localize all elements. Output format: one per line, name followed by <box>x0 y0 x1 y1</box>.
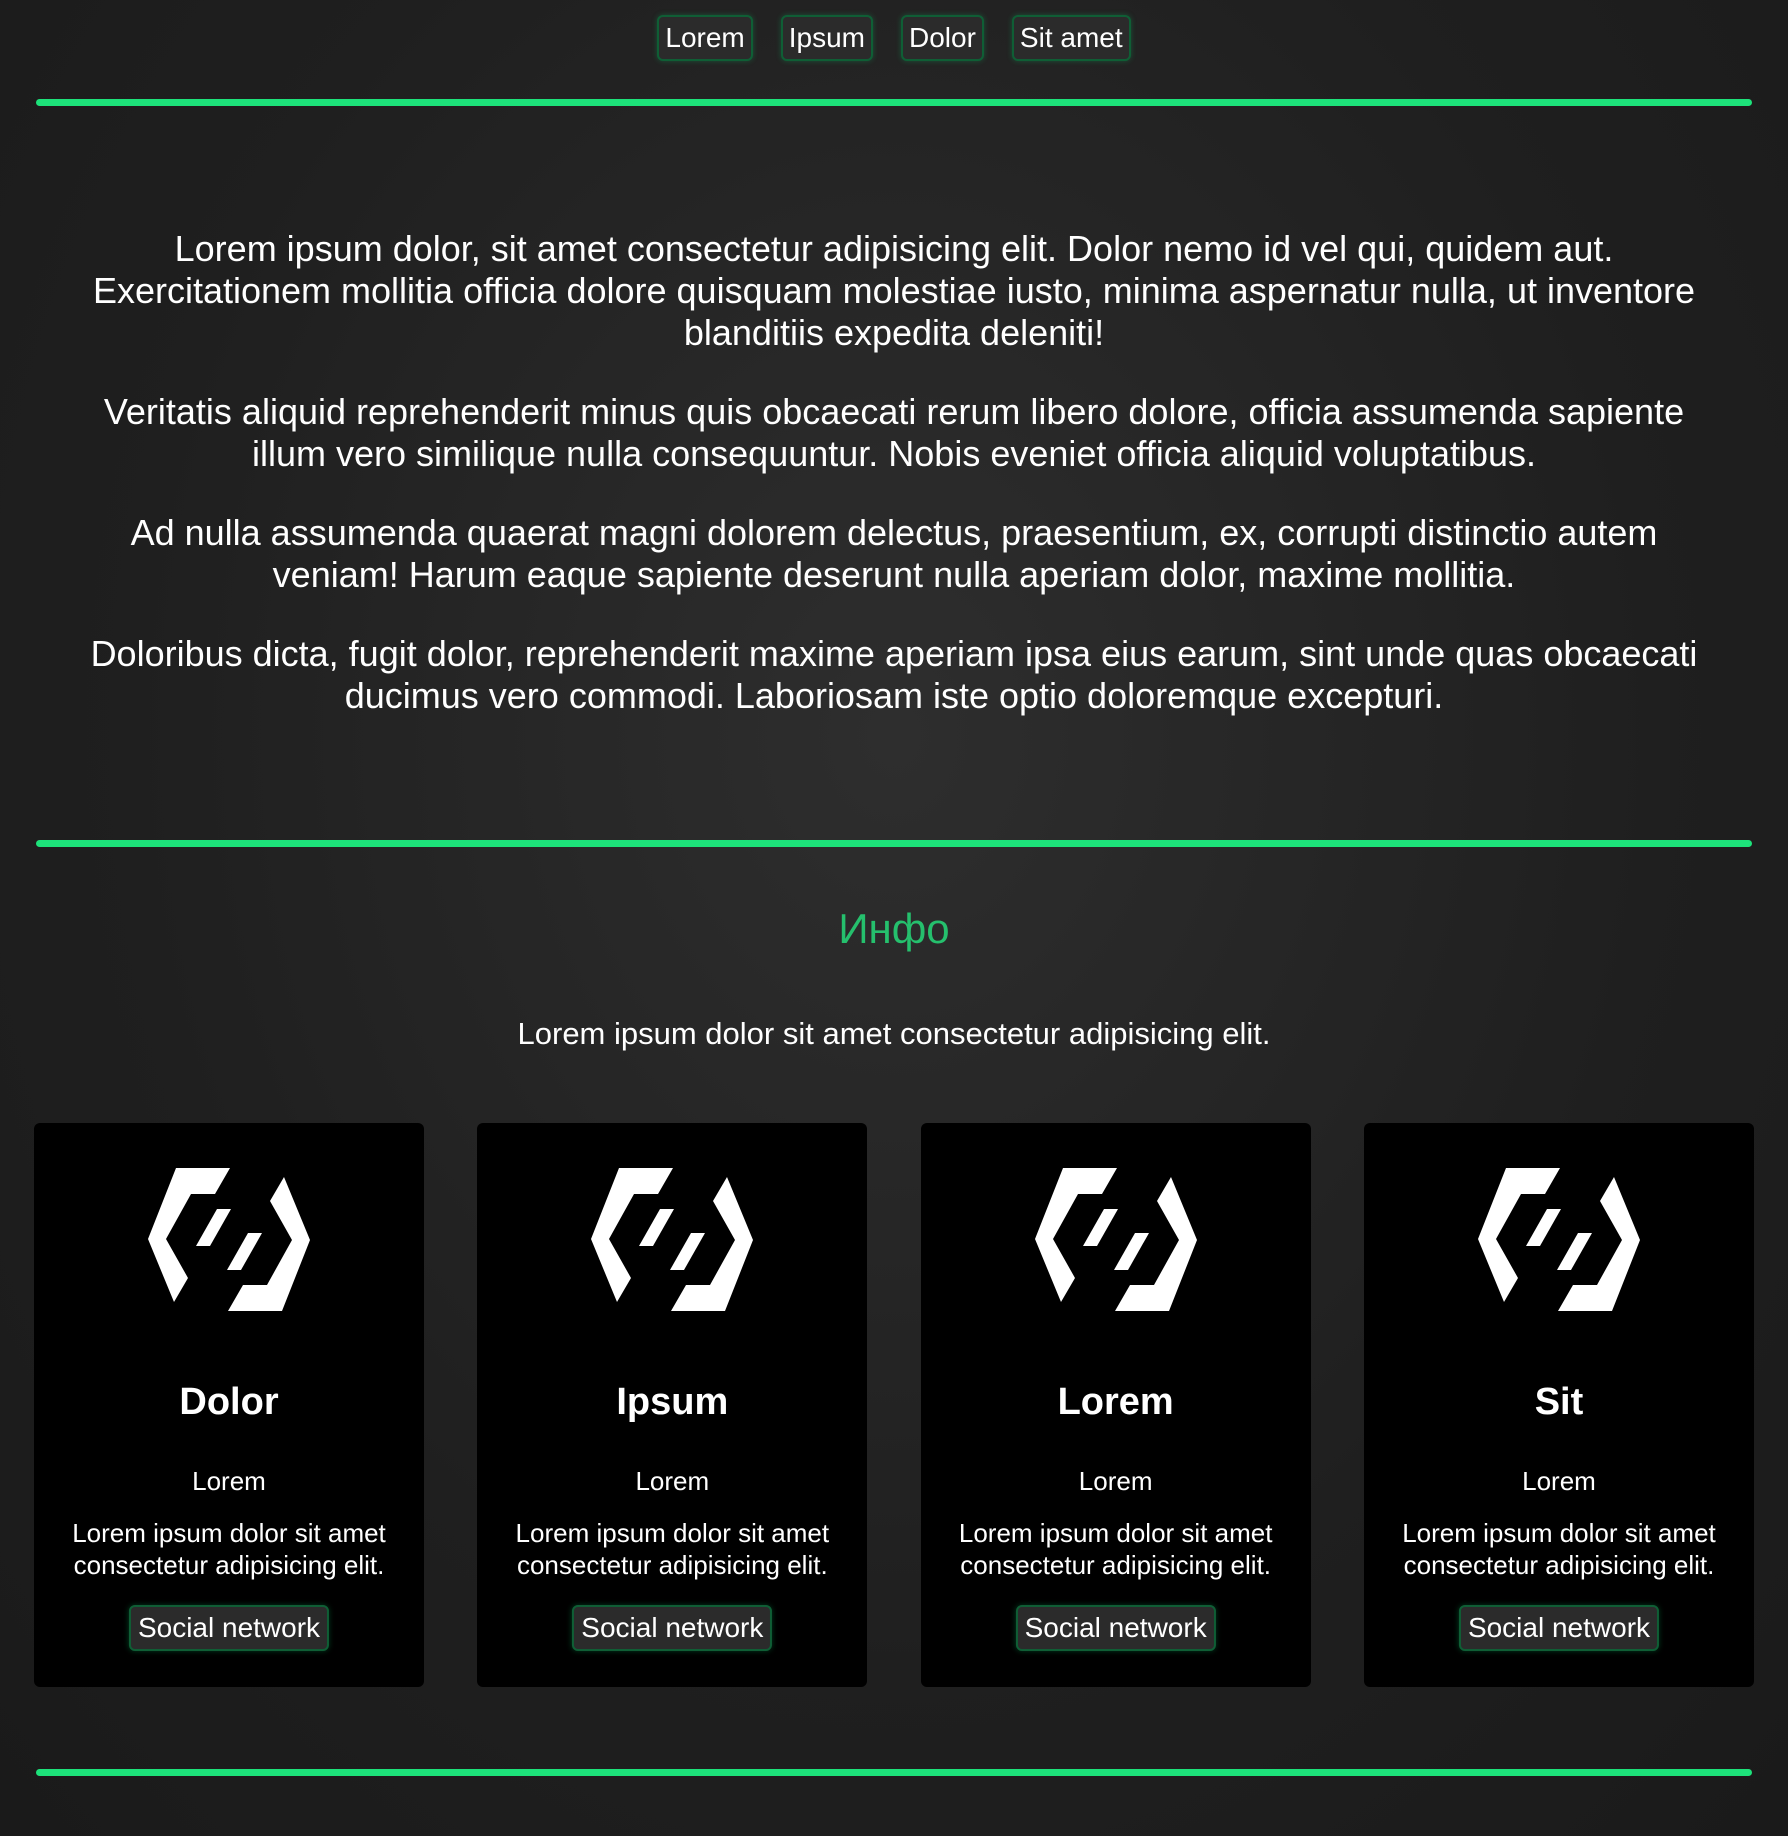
social-network-button[interactable]: Social network <box>1015 1605 1216 1651</box>
card-sit: Sit Lorem Lorem ipsum dolor sit amet con… <box>1363 1123 1754 1687</box>
social-network-button[interactable]: Social network <box>572 1605 773 1651</box>
card-lorem: Lorem Lorem Lorem ipsum dolor sit amet c… <box>920 1123 1311 1687</box>
top-divider <box>36 99 1752 106</box>
card-dolor: Dolor Lorem Lorem ipsum dolor sit amet c… <box>34 1123 424 1687</box>
card-subtitle: Lorem <box>1078 1466 1153 1496</box>
nav-button-lorem[interactable]: Lorem <box>657 15 753 61</box>
nav-button-ipsum[interactable]: Ipsum <box>780 15 873 61</box>
top-nav: Lorem Ipsum Dolor Sit amet <box>0 15 1788 61</box>
nav-button-dolor[interactable]: Dolor <box>901 15 984 61</box>
card-title: Ipsum <box>616 1381 729 1423</box>
card-description: Lorem ipsum dolor sit amet consectetur a… <box>1402 1518 1716 1580</box>
info-subtitle: Lorem ipsum dolor sit amet consectetur a… <box>517 1016 1271 1051</box>
middle-divider <box>36 840 1752 847</box>
logo-icon <box>148 1168 310 1311</box>
intro-paragraph: Veritatis aliquid reprehenderit minus qu… <box>103 391 1685 474</box>
logo-icon <box>1477 1168 1640 1311</box>
card-description: Lorem ipsum dolor sit amet consectetur a… <box>958 1518 1273 1580</box>
nav-button-sit-amet[interactable]: Sit amet <box>1011 15 1131 61</box>
card-subtitle: Lorem <box>192 1466 266 1496</box>
card-description: Lorem ipsum dolor sit amet consectetur a… <box>515 1518 830 1580</box>
card-description: Lorem ipsum dolor sit amet consectetur a… <box>72 1518 386 1580</box>
social-network-button[interactable]: Social network <box>128 1605 330 1651</box>
info-title: Инфо <box>838 905 950 952</box>
logo-icon <box>1034 1168 1197 1311</box>
intro-paragraph: Ad nulla assumenda quaerat magni dolorem… <box>130 512 1658 595</box>
intro-section: Lorem ipsum dolor, sit amet consectetur … <box>80 228 1708 754</box>
bottom-divider <box>36 1769 1752 1776</box>
intro-paragraph: Doloribus dicta, fugit dolor, reprehende… <box>90 633 1698 716</box>
social-network-button[interactable]: Social network <box>1458 1605 1660 1651</box>
card-title: Lorem <box>1057 1381 1174 1423</box>
card-title: Sit <box>1534 1381 1584 1423</box>
card-subtitle: Lorem <box>635 1466 710 1496</box>
intro-paragraph: Lorem ipsum dolor, sit amet consectetur … <box>92 228 1696 353</box>
card-title: Dolor <box>179 1381 279 1423</box>
card-list: Dolor Lorem Lorem ipsum dolor sit amet c… <box>34 1123 1754 1687</box>
logo-icon <box>591 1168 754 1311</box>
card-subtitle: Lorem <box>1522 1466 1596 1496</box>
card-ipsum: Ipsum Lorem Lorem ipsum dolor sit amet c… <box>477 1123 868 1687</box>
